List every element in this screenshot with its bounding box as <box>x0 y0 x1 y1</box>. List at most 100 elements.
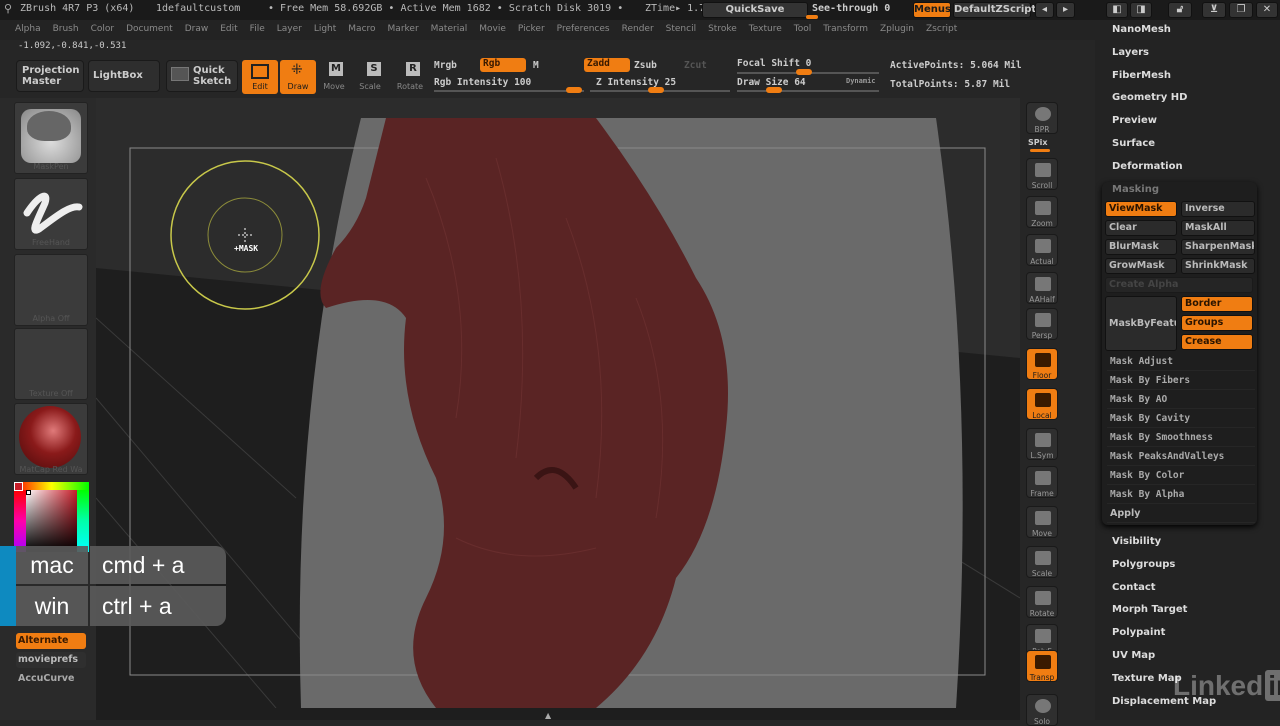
lock-icon[interactable]: 🔓︎ <box>1168 2 1192 18</box>
scroll-right-icon[interactable]: ▸ <box>1056 2 1075 18</box>
masking-item-mask-by-fibers[interactable]: Mask By Fibers <box>1107 372 1255 390</box>
layout-prev-icon[interactable]: ◧ <box>1106 2 1128 18</box>
bpr-button[interactable]: BPR <box>1026 102 1058 134</box>
mask-by-features-button[interactable]: MaskByFeatu <box>1105 296 1177 351</box>
subpalette-geometry-hd[interactable]: Geometry HD <box>1112 92 1187 103</box>
menu-texture[interactable]: Texture <box>744 20 787 34</box>
mask-maskall-button[interactable]: MaskAll <box>1181 220 1255 236</box>
masking-title[interactable]: Masking <box>1112 184 1159 195</box>
mask-clear-button[interactable]: Clear <box>1105 220 1177 236</box>
masking-item-mask-by-alpha[interactable]: Mask By Alpha <box>1107 486 1255 504</box>
menu-document[interactable]: Document <box>121 20 178 34</box>
mask-inverse-button[interactable]: Inverse <box>1181 201 1255 217</box>
see-through-slider[interactable]: See-through 0 <box>812 3 890 14</box>
spix-knob[interactable] <box>1030 149 1050 152</box>
bottom-scrollbar[interactable] <box>96 708 1020 720</box>
menu-movie[interactable]: Movie <box>474 20 511 34</box>
subpalette-contact[interactable]: Contact <box>1112 582 1156 593</box>
accucurve-button[interactable]: AccuCurve <box>16 671 86 687</box>
minimize-icon[interactable]: ⊻ <box>1202 2 1226 18</box>
create-alpha-button[interactable]: Create Alpha <box>1105 277 1253 293</box>
color-picker-handle[interactable] <box>26 490 31 495</box>
menu-brush[interactable]: Brush <box>48 20 84 34</box>
masking-item-mask-peaksandvalleys[interactable]: Mask PeaksAndValleys <box>1107 448 1255 466</box>
rotate-button[interactable]: Rotate <box>1026 586 1058 618</box>
quick-sketch-button[interactable]: Quick Sketch <box>166 60 238 92</box>
movieprefs-button[interactable]: movieprefs <box>16 652 86 668</box>
draw-size-knob[interactable] <box>766 87 782 93</box>
focal-shift-knob[interactable] <box>796 69 812 75</box>
z-intensity-knob[interactable] <box>648 87 664 93</box>
menu-material[interactable]: Material <box>426 20 473 34</box>
menu-zscript[interactable]: Zscript <box>921 20 962 34</box>
feature-border-toggle[interactable]: Border <box>1181 296 1253 312</box>
feature-groups-toggle[interactable]: Groups <box>1181 315 1253 331</box>
mask-viewmask-button[interactable]: ViewMask <box>1105 201 1177 217</box>
projection-master-button[interactable]: Projection Master <box>16 60 84 92</box>
menu-macro[interactable]: Macro <box>343 20 380 34</box>
mrgb-toggle[interactable]: Mrgb <box>434 60 457 71</box>
menu-draw[interactable]: Draw <box>180 20 214 34</box>
canvas-viewport[interactable]: +MASK <box>96 98 1020 708</box>
saturation-value-square[interactable] <box>26 490 77 552</box>
alternate-button[interactable]: Alternate <box>16 633 86 649</box>
mask-growmask-button[interactable]: GrowMask <box>1105 258 1177 274</box>
lsym-button[interactable]: L.Sym <box>1026 428 1058 460</box>
subpalette-polygroups[interactable]: Polygroups <box>1112 559 1175 570</box>
mask-blurmask-button[interactable]: BlurMask <box>1105 239 1177 255</box>
scroll-left-icon[interactable]: ◂ <box>1035 2 1054 18</box>
scale-button[interactable]: Scale <box>1026 546 1058 578</box>
close-icon[interactable]: ✕ <box>1256 2 1278 18</box>
scale-button[interactable]: S Scale <box>352 60 388 94</box>
zcut-toggle[interactable]: Zcut <box>684 60 707 71</box>
scroll-button[interactable]: Scroll <box>1026 158 1058 190</box>
color-picker[interactable] <box>14 482 89 552</box>
masking-item-mask-by-color[interactable]: Mask By Color <box>1107 467 1255 485</box>
menu-preferences[interactable]: Preferences <box>552 20 615 34</box>
subpalette-polypaint[interactable]: Polypaint <box>1112 627 1165 638</box>
quicksave-button[interactable]: QuickSave <box>702 2 808 18</box>
aahalf-button[interactable]: AAHalf <box>1026 272 1058 304</box>
expand-bottom-icon[interactable]: ▲ <box>545 712 555 720</box>
rgb-intensity-knob[interactable] <box>566 87 582 93</box>
default-zscript-button[interactable]: DefaultZScript <box>953 2 1036 18</box>
menu-file[interactable]: File <box>245 20 270 34</box>
mask-sharpenmask-button[interactable]: SharpenMask <box>1181 239 1255 255</box>
edit-button[interactable]: Edit <box>242 60 278 94</box>
subpalette-visibility[interactable]: Visibility <box>1112 536 1161 547</box>
dynamic-toggle[interactable]: Dynamic <box>846 77 876 85</box>
masking-item-mask-by-cavity[interactable]: Mask By Cavity <box>1107 410 1255 428</box>
floor-button[interactable]: Floor <box>1026 348 1058 380</box>
subpalette-layers[interactable]: Layers <box>1112 47 1149 58</box>
masking-item-mask-by-smoothness[interactable]: Mask By Smoothness <box>1107 429 1255 447</box>
spix-slider[interactable]: SPix <box>1028 138 1048 147</box>
menu-stroke[interactable]: Stroke <box>703 20 742 34</box>
rgb-toggle[interactable]: Rgb <box>480 58 526 72</box>
menu-edit[interactable]: Edit <box>215 20 242 34</box>
subpalette-morph-target[interactable]: Morph Target <box>1112 604 1187 615</box>
rotate-button[interactable]: R Rotate <box>392 60 428 94</box>
local-button[interactable]: Local <box>1026 388 1058 420</box>
subpalette-preview[interactable]: Preview <box>1112 115 1157 126</box>
frame-button[interactable]: Frame <box>1026 466 1058 498</box>
menu-light[interactable]: Light <box>309 20 341 34</box>
mask-shrinkmask-button[interactable]: ShrinkMask <box>1181 258 1255 274</box>
rgb-intensity-slider[interactable]: Rgb Intensity 100 <box>434 77 531 88</box>
menu-stencil[interactable]: Stencil <box>661 20 701 34</box>
zoom-button[interactable]: Zoom <box>1026 196 1058 228</box>
subpalette-nanomesh[interactable]: NanoMesh <box>1112 24 1171 35</box>
solo-button[interactable]: Solo <box>1026 694 1058 726</box>
feature-crease-toggle[interactable]: Crease <box>1181 334 1253 350</box>
menu-transform[interactable]: Transform <box>818 20 873 34</box>
lightbox-button[interactable]: LightBox <box>88 60 160 92</box>
layout-next-icon[interactable]: ◨ <box>1130 2 1152 18</box>
subpalette-texture-map[interactable]: Texture Map <box>1112 673 1182 684</box>
subpalette-deformation[interactable]: Deformation <box>1112 161 1183 172</box>
menu-layer[interactable]: Layer <box>272 20 307 34</box>
menu-zplugin[interactable]: Zplugin <box>875 20 919 34</box>
transp-button[interactable]: Transp <box>1026 650 1058 682</box>
menu-render[interactable]: Render <box>617 20 659 34</box>
focal-shift-slider[interactable]: Focal Shift 0 <box>737 58 811 69</box>
menu-alpha[interactable]: Alpha <box>10 20 46 34</box>
move-button[interactable]: Move <box>1026 506 1058 538</box>
